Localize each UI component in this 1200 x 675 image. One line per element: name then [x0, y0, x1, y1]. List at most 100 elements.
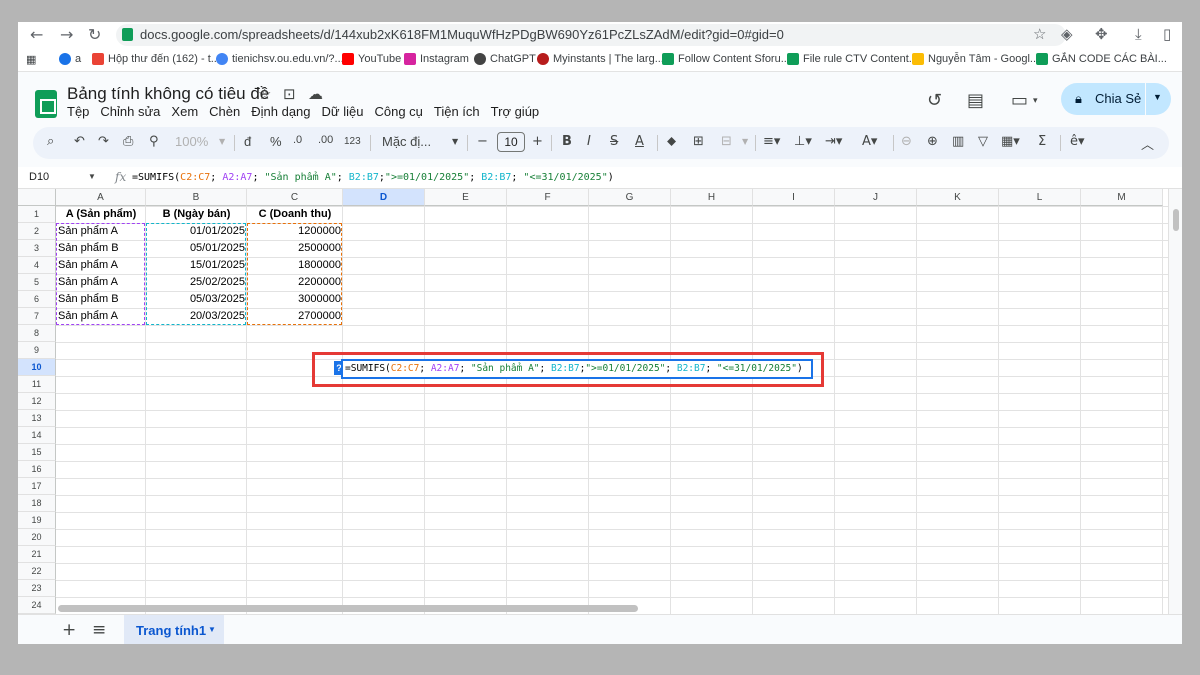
redo-icon[interactable]: ↷	[98, 134, 109, 149]
all-sheets-icon[interactable]: ≡	[92, 620, 106, 640]
table-cell[interactable]: Sản phẩm A	[56, 308, 146, 325]
table-cell[interactable]: Sản phẩm B	[56, 291, 146, 308]
scroll-thumb[interactable]	[58, 605, 638, 612]
font-dropdown-icon[interactable]: ▼	[452, 137, 458, 146]
borders-icon[interactable]: ⊞	[693, 134, 704, 149]
header-cell[interactable]: B (Ngày bán)	[146, 206, 247, 223]
bookmark-item[interactable]: Follow Content Sforu...	[662, 53, 790, 65]
address-bar[interactable]: docs.google.com/spreadsheets/d/144xub2xK…	[116, 24, 1066, 46]
share-dropdown-icon[interactable]: ▼	[1153, 92, 1162, 102]
comments-icon[interactable]: ▤	[967, 90, 984, 111]
bookmark-item[interactable]: Myinstants | The larg...	[537, 53, 664, 65]
bookmark-item[interactable]: GẮN CODE CÁC BÀI...	[1036, 53, 1167, 65]
functions-icon[interactable]: Σ	[1038, 134, 1046, 149]
name-box-dropdown-icon[interactable]: ▼	[88, 172, 96, 181]
row-header-20[interactable]: 20	[18, 529, 56, 546]
row-header-4[interactable]: 4	[18, 257, 56, 274]
forward-icon[interactable]: →	[60, 25, 73, 44]
text-color-icon[interactable]: A	[635, 134, 644, 149]
table-cell[interactable]: 05/03/2025	[146, 291, 247, 308]
column-header-m[interactable]: M	[1081, 189, 1163, 206]
percent-button[interactable]: %	[270, 134, 282, 149]
font-size-input[interactable]: 10	[497, 132, 525, 152]
bookmark-item[interactable]: ChatGPT	[474, 53, 536, 65]
reload-icon[interactable]: ↻	[88, 25, 101, 44]
row-header-19[interactable]: 19	[18, 512, 56, 529]
column-header-h[interactable]: H	[671, 189, 753, 206]
document-title[interactable]: Bảng tính không có tiêu đề	[67, 84, 269, 104]
text-wrap-icon[interactable]: ⇥▾	[825, 134, 842, 149]
print-icon[interactable]: ⎙	[123, 134, 133, 149]
menu-insert[interactable]: Chèn	[209, 104, 240, 119]
text-rotation-icon[interactable]: A▾	[862, 134, 877, 149]
table-cell[interactable]: 15/01/2025	[146, 257, 247, 274]
bookmark-item[interactable]: Hộp thư đến (162) - t...	[92, 53, 220, 65]
table-cell[interactable]: 3000000	[247, 291, 343, 308]
search-menu-icon[interactable]: ⌕	[47, 134, 54, 149]
font-size-increase-icon[interactable]: +	[532, 134, 543, 149]
bookmark-item[interactable]: YouTube	[342, 53, 401, 65]
row-header-16[interactable]: 16	[18, 461, 56, 478]
move-folder-icon[interactable]: ⊡	[283, 85, 296, 103]
table-cell[interactable]: 05/01/2025	[146, 240, 247, 257]
merge-cells-icon[interactable]: ⊟	[721, 134, 732, 149]
horizontal-align-icon[interactable]: ≡▾	[763, 134, 780, 149]
table-cell[interactable]: 1800000	[247, 257, 343, 274]
row-header-8[interactable]: 8	[18, 325, 56, 342]
share-button[interactable]: 🔒︎ Chia Sẻ ▼	[1061, 83, 1171, 115]
column-header-l[interactable]: L	[999, 189, 1081, 206]
insert-link-icon[interactable]: ⊖	[901, 134, 912, 149]
table-cell[interactable]: 1200000	[247, 223, 343, 240]
row-header-9[interactable]: 9	[18, 342, 56, 359]
shield-icon[interactable]: ◈	[1061, 25, 1073, 43]
row-header-22[interactable]: 22	[18, 563, 56, 580]
font-size-decrease-icon[interactable]: −	[477, 134, 488, 149]
sheet-tab-active[interactable]: Trang tính1 ▼	[124, 615, 224, 644]
column-header-c[interactable]: C	[247, 189, 343, 206]
table-cell[interactable]: Sản phẩm A	[56, 274, 146, 291]
header-cell[interactable]: A (Sản phẩm)	[56, 206, 146, 223]
column-header-i[interactable]: I	[753, 189, 835, 206]
row-header-23[interactable]: 23	[18, 580, 56, 597]
column-header-g[interactable]: G	[589, 189, 671, 206]
horizontal-scrollbar[interactable]	[56, 604, 1168, 614]
history-icon[interactable]: ↺	[927, 90, 942, 111]
menu-extensions[interactable]: Tiện ích	[434, 104, 480, 119]
extensions-icon[interactable]: ✥	[1095, 25, 1108, 43]
bookmark-item[interactable]: File rule CTV Content...	[787, 53, 918, 65]
table-cell[interactable]: Sản phẩm B	[56, 240, 146, 257]
row-header-7[interactable]: 7	[18, 308, 56, 325]
menu-file[interactable]: Tệp	[67, 104, 89, 119]
row-header-17[interactable]: 17	[18, 478, 56, 495]
menu-tools[interactable]: Công cụ	[374, 104, 422, 119]
add-sheet-icon[interactable]: +	[62, 620, 76, 640]
currency-button[interactable]: đ	[244, 134, 251, 149]
zoom-dropdown-icon[interactable]: ▼	[219, 137, 225, 146]
table-cell[interactable]: Sản phẩm A	[56, 223, 146, 240]
vertical-scrollbar[interactable]	[1168, 189, 1182, 623]
column-header-d[interactable]: D	[343, 189, 425, 206]
row-header-21[interactable]: 21	[18, 546, 56, 563]
insert-comment-icon[interactable]: ⊕	[927, 134, 938, 149]
menu-edit[interactable]: Chỉnh sửa	[100, 104, 160, 119]
star-icon[interactable]: ☆	[258, 85, 271, 103]
row-header-5[interactable]: 5	[18, 274, 56, 291]
column-header-e[interactable]: E	[425, 189, 507, 206]
decrease-decimal-button[interactable]: .0	[293, 134, 302, 146]
column-header-f[interactable]: F	[507, 189, 589, 206]
menu-help[interactable]: Trợ giúp	[491, 104, 540, 119]
spreadsheet-grid[interactable]: ABCDEFGHIJKLM 1 2 3 4 5 6 7 8 9 10 11 12 13 14 15 16 17 1…	[18, 189, 1168, 623]
table-cell[interactable]: 01/01/2025	[146, 223, 247, 240]
table-cell[interactable]: 2500000	[247, 240, 343, 257]
back-icon[interactable]: ←	[30, 25, 43, 44]
bookmark-item[interactable]: tienichsv.ou.edu.vn/?...	[216, 53, 344, 65]
bookmark-item[interactable]: a	[59, 53, 81, 65]
table-cell[interactable]: 2700000	[247, 308, 343, 325]
vertical-align-icon[interactable]: ⊥▾	[794, 134, 812, 149]
name-box[interactable]: D10	[29, 171, 49, 183]
column-header-k[interactable]: K	[917, 189, 999, 206]
apps-icon[interactable]: ▦	[26, 53, 36, 66]
row-header-1[interactable]: 1	[18, 206, 56, 223]
fill-color-icon[interactable]: ⬥	[667, 134, 676, 149]
row-header-24[interactable]: 24	[18, 597, 56, 614]
